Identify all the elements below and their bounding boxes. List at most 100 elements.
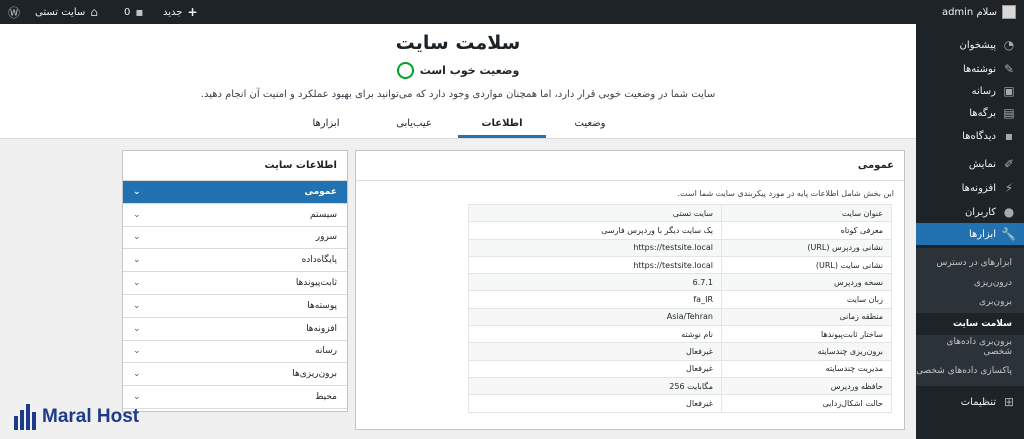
row-value: https://testsite.local	[468, 238, 722, 257]
table-row: معرفی کوتاه یک سایت دیگر با وردپرس فارسی	[468, 221, 892, 240]
sidebar-item-users[interactable]: ● کاربران	[916, 201, 1024, 223]
nav-item-themes[interactable]: پوسته‌ها ⌄	[123, 295, 347, 318]
sidebar-item-label: نمایش	[968, 158, 996, 170]
tab-tools[interactable]: ابزارها	[282, 116, 370, 138]
table-row: نشانی وردپرس (URL) https://testsite.local	[468, 238, 892, 257]
sidebar-item-label: نوشته‌ها	[962, 63, 996, 75]
submenu-item-available-tools[interactable]: ابزارهای در دسترس	[916, 254, 1024, 272]
comments-count: 0	[124, 6, 131, 18]
table-row: حالت اشکال‌زدایی غیرفعال	[468, 394, 892, 413]
row-value: fa_IR	[468, 290, 722, 309]
row-key: ساختار ثابت‌پیوندها	[721, 325, 892, 344]
nav-item-plugins[interactable]: افزونه‌ها ⌄	[123, 318, 347, 341]
nav-item-permalinks[interactable]: ثابت‌پیوندها ⌄	[123, 272, 347, 295]
pages-icon: ▤	[1003, 106, 1015, 120]
row-value: Asia/Tehran	[468, 307, 722, 327]
section-description: این بخش شامل اطلاعات پایه در مورد پیکربن…	[677, 189, 894, 198]
new-content-button[interactable]: + جدید	[163, 0, 198, 24]
user-account-menu[interactable]: سلام admin	[942, 0, 1016, 24]
status-description: سایت شما در وضعیت خوبی قرار دارد، اما هم…	[200, 89, 716, 100]
pin-icon: ✎	[1003, 62, 1015, 76]
tab-info[interactable]: اطلاعات	[458, 116, 546, 138]
nav-item-exports[interactable]: برون‌ریزی‌ها ⌄	[123, 363, 347, 387]
sidebar-item-appearance[interactable]: ✐ نمایش	[916, 153, 1024, 175]
sidebar-item-media[interactable]: ▣ رسانه	[916, 80, 1024, 102]
comments-icon: ▪	[1004, 129, 1014, 143]
chevron-down-icon: ⌄	[133, 300, 141, 311]
sidebar-item-pages[interactable]: ▤ برگه‌ها	[916, 102, 1024, 124]
sidebar-item-posts[interactable]: ✎ نوشته‌ها	[916, 58, 1024, 80]
nav-item-system[interactable]: سیستم ⌄	[123, 204, 347, 227]
chevron-down-icon: ⌄	[133, 232, 141, 243]
general-info-panel: عمومی این بخش شامل اطلاعات پایه در مورد …	[355, 150, 905, 430]
table-row: حافظه وردپرس 256 مگابایت	[468, 376, 892, 396]
section-heading: عمومی	[356, 151, 904, 181]
site-name-link[interactable]: ⌂ سایت تستی	[35, 0, 98, 24]
media-icon: ▣	[1003, 84, 1015, 98]
sidebar-item-comments[interactable]: ▪ دیدگاه‌ها	[916, 125, 1024, 147]
settings-icon: ⊞	[1003, 395, 1015, 409]
nav-item-label: محیط	[315, 392, 337, 403]
avatar	[1002, 5, 1016, 19]
comment-bubble-icon: ▪	[135, 5, 144, 19]
tools-submenu: ابزارهای در دسترس درون‌ریزی برون‌بری سلا…	[916, 248, 1024, 386]
sidebar-item-label: رسانه	[971, 85, 996, 97]
nav-item-label: سیستم	[310, 209, 337, 220]
sidebar-item-label: ابزارها	[968, 228, 996, 240]
active-menu-arrow	[910, 228, 916, 240]
users-icon: ●	[1003, 205, 1015, 219]
submenu-item-site-health[interactable]: سلامت سایت	[916, 313, 1024, 335]
table-row: ساختار ثابت‌پیوندها نام نوشته	[468, 325, 892, 344]
sidebar-item-tools[interactable]: 🔧 ابزارها	[910, 223, 1024, 245]
tools-icon: 🔧	[1001, 227, 1016, 241]
nav-item-database[interactable]: پایگاه‌داده ⌄	[123, 249, 347, 273]
chevron-down-icon: ⌄	[133, 209, 141, 220]
nav-item-label: پوسته‌ها	[307, 300, 337, 311]
wordpress-logo-button[interactable]: Ⓦ	[8, 0, 20, 24]
submenu-item-export[interactable]: برون‌بری	[916, 293, 1024, 311]
site-info-navigation: اطلاعات سایت عمومی ⌄ سیستم ⌄ سرور ⌄ پایگاه‌…	[122, 150, 348, 412]
table-row: برون‌ریزی چندسایته غیرفعال	[468, 342, 892, 361]
nav-item-label: رسانه	[315, 346, 337, 357]
nav-item-general[interactable]: عمومی ⌄	[123, 181, 347, 204]
sidebar-item-label: کاربران	[964, 206, 996, 218]
tab-status[interactable]: وضعیت	[546, 116, 634, 138]
row-key: حالت اشکال‌زدایی	[721, 394, 892, 413]
chevron-down-icon: ⌄	[133, 255, 141, 266]
user-greeting: سلام admin	[941, 6, 997, 18]
row-value: 6.7.1	[468, 273, 722, 292]
row-value: یک سایت دیگر با وردپرس فارسی	[468, 221, 722, 240]
page-title: سلامت سایت	[395, 32, 521, 54]
nav-item-environment[interactable]: محیط ⌄	[123, 386, 347, 409]
nav-item-label: عمومی	[304, 186, 337, 197]
site-health-header: سلامت سایت وضعیت خوب است سایت شما در وضع…	[0, 24, 916, 139]
row-key: منطقه زمانی	[721, 307, 892, 327]
row-key: معرفی کوتاه	[721, 221, 892, 240]
row-key: نسخه وردپرس	[721, 273, 892, 292]
sidebar-item-label: پیشخوان	[959, 39, 996, 51]
row-key: نشانی سایت (URL)	[721, 255, 892, 275]
sidebar-item-dashboard[interactable]: ◔ پیشخوان	[916, 34, 1024, 56]
chevron-down-icon: ⌄	[133, 323, 141, 334]
chevron-down-icon: ⌄	[133, 186, 141, 197]
row-key: نشانی وردپرس (URL)	[721, 238, 892, 257]
status-circle-icon	[396, 62, 414, 79]
chevron-down-icon: ⌄	[133, 278, 141, 289]
row-value: https://testsite.local	[468, 255, 722, 275]
tab-debug[interactable]: عیب‌یابی	[370, 116, 458, 138]
submenu-item-import[interactable]: درون‌ریزی	[916, 274, 1024, 292]
sidebar-item-label: افزونه‌ها	[961, 182, 996, 194]
nav-item-server[interactable]: سرور ⌄	[123, 227, 347, 250]
chevron-down-icon: ⌄	[133, 346, 141, 357]
nav-item-media[interactable]: رسانه ⌄	[123, 341, 347, 364]
comments-link[interactable]: ▪ 0	[124, 0, 144, 24]
nav-item-label: برون‌ریزی‌ها	[292, 369, 337, 380]
site-name-label: سایت تستی	[35, 6, 86, 18]
sidebar-item-plugins[interactable]: ⚡ افزونه‌ها	[916, 177, 1024, 199]
submenu-item-export-personal-data[interactable]: برون‌بری داده‌های شخصی	[916, 337, 1024, 357]
table-row: منطقه زمانی Asia/Tehran	[468, 307, 892, 327]
submenu-item-erase-personal-data[interactable]: پاکسازی داده‌های شخصی	[916, 362, 1024, 380]
row-key: برون‌ریزی چندسایته	[721, 342, 892, 361]
nav-item-label: افزونه‌ها	[306, 323, 337, 334]
sidebar-item-settings[interactable]: ⊞ تنظیمات	[916, 391, 1024, 413]
